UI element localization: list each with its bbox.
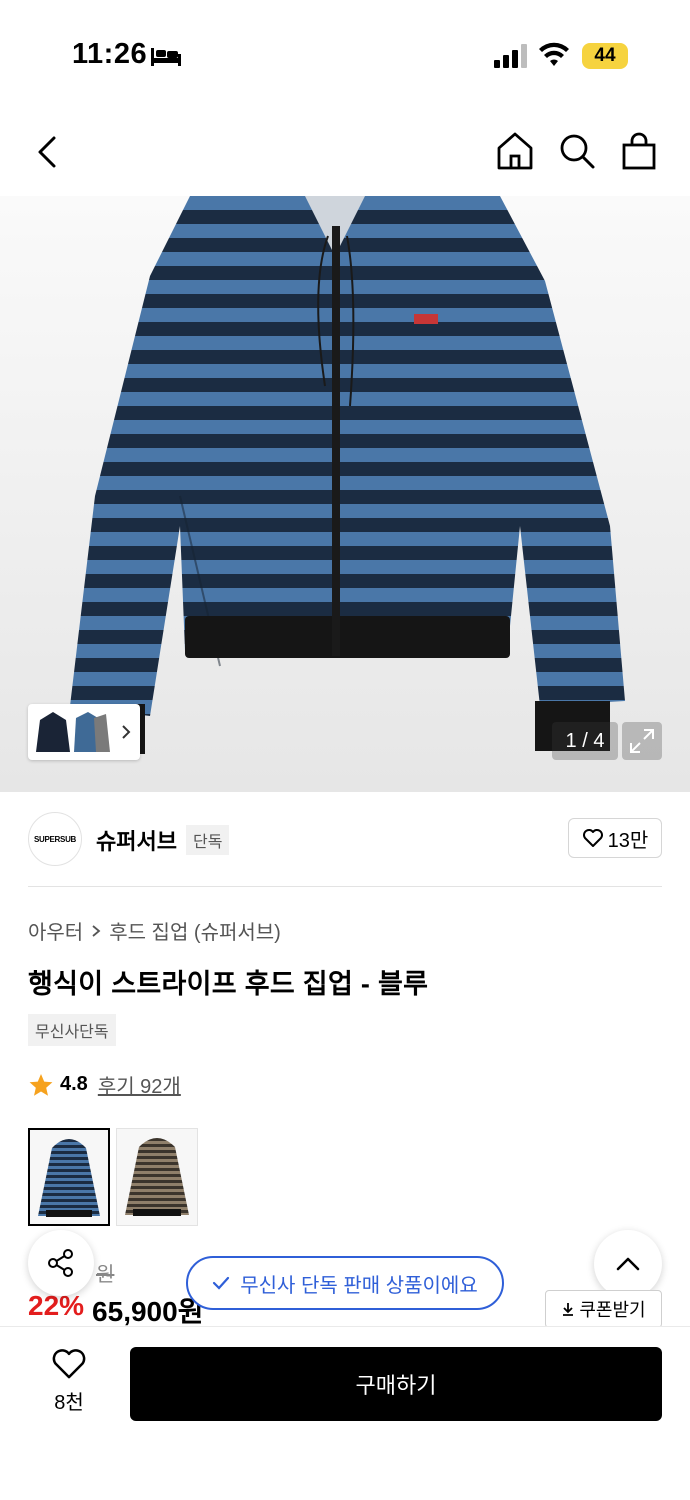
coupon-label: 쿠폰받기 (579, 1300, 646, 1320)
color-option-brown[interactable] (116, 1128, 198, 1226)
share-icon (48, 1249, 73, 1277)
shopping-bag-icon[interactable] (618, 130, 660, 172)
thumbnail-image (74, 712, 110, 752)
color-option-blue[interactable] (28, 1128, 110, 1226)
breadcrumb-subcategory[interactable]: 후드 집업 (슈퍼서브) (109, 916, 281, 945)
brand-logo[interactable]: SUPERSUB (28, 812, 82, 866)
thumbnail-strip[interactable] (28, 704, 140, 760)
status-time: 11:26 (72, 38, 148, 70)
top-nav (0, 110, 690, 196)
bottom-bar: 8천 구매하기 (0, 1326, 690, 1500)
back-icon[interactable] (32, 132, 66, 172)
chevron-right-icon (92, 924, 101, 937)
coupon-button[interactable]: 쿠폰받기 (545, 1290, 662, 1328)
product-image[interactable]: 1 / 4 (0, 196, 690, 792)
expand-icon (630, 729, 654, 753)
chevron-right-icon (122, 725, 131, 739)
review-count-link[interactable]: 후기 92개 (98, 1070, 181, 1099)
divider (28, 886, 662, 887)
check-icon (213, 1276, 230, 1290)
brand-row: SUPERSUB 슈퍼서브 단독 13만 (0, 792, 690, 888)
bed-icon (151, 48, 181, 66)
home-icon[interactable] (494, 130, 536, 172)
wishlist-button[interactable]: 8천 (36, 1349, 102, 1415)
download-icon (563, 1303, 574, 1316)
brand-name[interactable]: 슈퍼서브 (96, 824, 177, 856)
battery-indicator: 44 (582, 43, 628, 69)
expand-button[interactable] (622, 722, 662, 760)
color-options (28, 1128, 198, 1226)
status-bar: 11:26 44 (0, 0, 690, 110)
exclusive-badge: 무신사단독 (28, 1014, 116, 1046)
color-thumbnail (38, 1139, 100, 1217)
scroll-top-button[interactable] (594, 1230, 662, 1298)
product-title: 행식이 스트라이프 후드 집업 - 블루 (28, 969, 429, 999)
price-row: 22% 65,900원 (28, 1290, 203, 1330)
sale-price: 65,900원 (92, 1296, 204, 1327)
discount-rate: 22% (28, 1290, 85, 1321)
breadcrumb-category[interactable]: 아우터 (28, 916, 83, 945)
exclusive-toast: 무신사 단독 판매 상품이에요 (186, 1256, 504, 1310)
star-icon (29, 1073, 53, 1096)
share-button[interactable] (28, 1230, 94, 1296)
original-price: 원 (96, 1264, 115, 1286)
chevron-up-icon (616, 1257, 640, 1271)
heart-icon (582, 829, 603, 847)
toast-text: 무신사 단독 판매 상품이에요 (240, 1274, 478, 1297)
product-photo (70, 196, 625, 754)
wifi-icon (539, 42, 569, 66)
rating: 4.8 후기 92개 (28, 1070, 181, 1099)
breadcrumb: 아우터 후드 집업 (슈퍼서브) (28, 916, 281, 945)
image-page-counter: 1 / 4 (552, 722, 618, 760)
heart-icon (52, 1349, 86, 1379)
brand-like-count: 13만 (607, 829, 649, 852)
wishlist-count: 8천 (54, 1392, 84, 1414)
color-thumbnail (125, 1138, 189, 1216)
brand-like-button[interactable]: 13만 (568, 818, 662, 858)
brand-exclusive-tag: 단독 (186, 825, 230, 855)
search-icon[interactable] (556, 130, 598, 172)
signal-icon (494, 44, 527, 68)
buy-button[interactable]: 구매하기 (130, 1347, 662, 1421)
thumbnail-image (36, 712, 70, 752)
rating-score: 4.8 (60, 1073, 88, 1095)
